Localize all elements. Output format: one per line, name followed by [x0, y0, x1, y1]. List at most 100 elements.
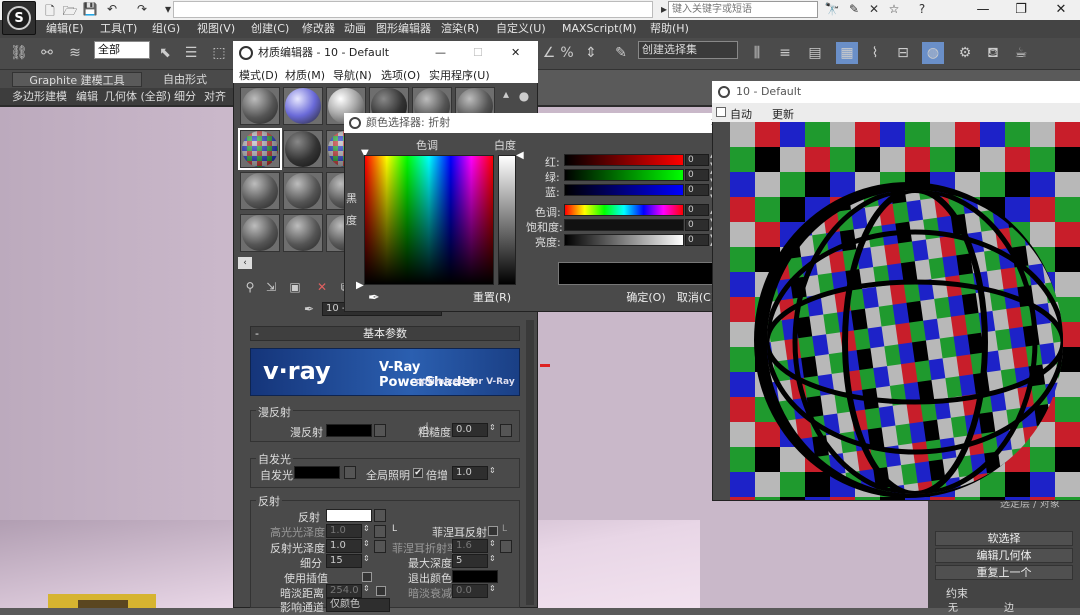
- dim-distance-spinner[interactable]: 254.0: [326, 584, 362, 598]
- rendered-frame-window-icon[interactable]: ⛾: [982, 42, 1004, 64]
- spinner-arrows-icon[interactable]: ⇕: [489, 584, 496, 593]
- material-slot[interactable]: [240, 214, 280, 252]
- unlink-icon[interactable]: ⚯: [36, 42, 58, 64]
- graphite-toggle-icon[interactable]: ▦: [836, 42, 858, 64]
- spinner-arrows-icon[interactable]: ⇕: [363, 584, 370, 593]
- edit-named-sets-icon[interactable]: ✎: [610, 42, 632, 64]
- spinner-arrows-icon[interactable]: ⇕: [489, 466, 496, 475]
- select-by-name-icon[interactable]: ☰: [180, 42, 202, 64]
- mat-menu-modes[interactable]: 模式(D): [239, 67, 278, 83]
- dim-distance-checkbox[interactable]: [376, 586, 386, 596]
- menu-customize[interactable]: 自定义(U): [496, 20, 546, 38]
- fresnel-ior-map-button[interactable]: [500, 540, 512, 553]
- link-icon[interactable]: ⛓: [8, 42, 30, 64]
- new-file-icon[interactable]: 🗋: [42, 2, 58, 18]
- undo-icon[interactable]: ↶: [104, 2, 120, 17]
- update-button[interactable]: 更新: [772, 106, 794, 122]
- material-editor-scrollbar[interactable]: [526, 320, 534, 605]
- rollout-soft-selection[interactable]: 软选择: [935, 531, 1073, 546]
- diffuse-color-swatch[interactable]: [326, 424, 372, 437]
- value-slider[interactable]: [564, 234, 684, 246]
- material-editor-maximize[interactable]: ☐: [473, 41, 483, 65]
- menu-graph-editors[interactable]: 图形编辑器: [376, 20, 431, 38]
- get-material-icon[interactable]: ⚲: [241, 278, 259, 296]
- constraint-edge-radio[interactable]: 边: [1004, 599, 1014, 614]
- blue-spinner[interactable]: 0: [685, 184, 709, 196]
- eyedropper-icon[interactable]: ✒: [368, 290, 380, 306]
- menu-tools[interactable]: 工具(T): [100, 20, 137, 38]
- mat-menu-material[interactable]: 材质(M): [285, 67, 325, 83]
- spinner-arrows-icon[interactable]: ⇕: [363, 539, 370, 548]
- material-slot[interactable]: [240, 172, 280, 210]
- help-icon[interactable]: ?: [914, 2, 930, 17]
- blue-slider[interactable]: [564, 184, 684, 196]
- material-editor-minimize[interactable]: —: [435, 41, 446, 65]
- reset-button[interactable]: 重置(R): [470, 290, 514, 306]
- close-button[interactable]: ✕: [1044, 0, 1078, 20]
- render-production-icon[interactable]: ☕: [1010, 42, 1032, 64]
- blackness-pointer-icon[interactable]: ▶: [356, 280, 364, 291]
- auto-update-checkbox[interactable]: [716, 107, 726, 117]
- selection-filter-dropdown[interactable]: 全部: [94, 41, 150, 59]
- selfillum-color-swatch[interactable]: [294, 466, 340, 479]
- curve-editor-icon[interactable]: ⌇: [864, 42, 886, 64]
- rollout-basic-params[interactable]: - 基本参数: [250, 326, 520, 341]
- menu-group[interactable]: 组(G): [152, 20, 180, 38]
- star-icon[interactable]: ☆: [886, 2, 902, 17]
- refl-gloss-map-button[interactable]: [374, 540, 386, 553]
- menu-create[interactable]: 创建(C): [251, 20, 289, 38]
- material-slot[interactable]: [283, 130, 323, 168]
- app-logo[interactable]: S: [2, 1, 36, 35]
- search-input[interactable]: 键入关键字或短语: [668, 1, 818, 18]
- affect-channels-dropdown[interactable]: 仅颜色: [326, 598, 390, 612]
- spinner-snap-icon[interactable]: ⇕: [580, 42, 602, 64]
- layer-manager-icon[interactable]: ▤: [804, 42, 826, 64]
- mat-menu-utilities[interactable]: 实用程序(U): [429, 67, 490, 83]
- material-slot[interactable]: [283, 172, 323, 210]
- reflect-color-swatch[interactable]: [326, 509, 372, 522]
- ribbon-edit[interactable]: 编辑: [76, 89, 98, 104]
- select-object-icon[interactable]: ⬉: [154, 42, 176, 64]
- ok-button[interactable]: 确定(O): [624, 290, 668, 306]
- ribbon-subdivision[interactable]: 细分: [174, 89, 196, 104]
- constraint-none-radio[interactable]: 无: [948, 599, 958, 614]
- assign-to-selection-icon[interactable]: ▣: [286, 278, 304, 296]
- redo-icon[interactable]: ↷: [134, 2, 150, 17]
- roughness-spinner[interactable]: 0.0: [452, 423, 488, 437]
- green-spinner[interactable]: 0: [685, 169, 709, 181]
- binoculars-icon[interactable]: 🔭: [824, 2, 840, 17]
- render-setup-icon[interactable]: ⚙: [954, 42, 976, 64]
- material-slot[interactable]: [283, 87, 323, 125]
- material-editor-icon[interactable]: ◍: [922, 42, 944, 64]
- mat-menu-navigation[interactable]: 导航(N): [333, 67, 372, 83]
- put-to-scene-icon[interactable]: ⇲: [262, 278, 280, 296]
- material-slot-selected[interactable]: [238, 128, 282, 170]
- restore-button[interactable]: ❐: [1004, 0, 1038, 20]
- pick-from-object-icon[interactable]: ✒: [300, 300, 318, 318]
- menu-help[interactable]: 帮助(H): [650, 20, 689, 38]
- align-icon[interactable]: ≡: [774, 42, 796, 64]
- multiplier-spinner[interactable]: 1.0: [452, 466, 488, 480]
- material-slot[interactable]: [240, 87, 280, 125]
- rollout-edit-geometry[interactable]: 编辑几何体: [935, 548, 1073, 563]
- saturation-spinner[interactable]: 0: [685, 219, 709, 231]
- whiteness-slider[interactable]: [498, 155, 516, 285]
- repeat-last-button[interactable]: 重复上一个: [935, 565, 1073, 580]
- green-slider[interactable]: [564, 169, 684, 181]
- refl-gloss-spinner[interactable]: 1.0: [326, 539, 362, 553]
- spinner-arrows-icon[interactable]: ⇕: [363, 554, 370, 563]
- menu-modifiers[interactable]: 修改器: [302, 20, 335, 38]
- spinner-arrows-icon[interactable]: ⇕: [489, 554, 496, 563]
- hue-spinner[interactable]: 0: [685, 204, 709, 216]
- hue-blackness-field[interactable]: [364, 155, 494, 285]
- menu-views[interactable]: 视图(V): [197, 20, 235, 38]
- ribbon-geometry-all[interactable]: 几何体 (全部): [104, 89, 171, 104]
- percent-snap-icon[interactable]: %: [556, 42, 578, 64]
- ribbon-align[interactable]: 对齐: [204, 89, 226, 104]
- wrench-icon[interactable]: ✎: [846, 2, 862, 17]
- material-slot[interactable]: [283, 214, 323, 252]
- hue-slider[interactable]: [564, 204, 684, 216]
- tools-icon[interactable]: ✕: [866, 2, 882, 17]
- dim-falloff-spinner[interactable]: 0.0: [452, 584, 488, 598]
- red-slider[interactable]: [564, 154, 684, 166]
